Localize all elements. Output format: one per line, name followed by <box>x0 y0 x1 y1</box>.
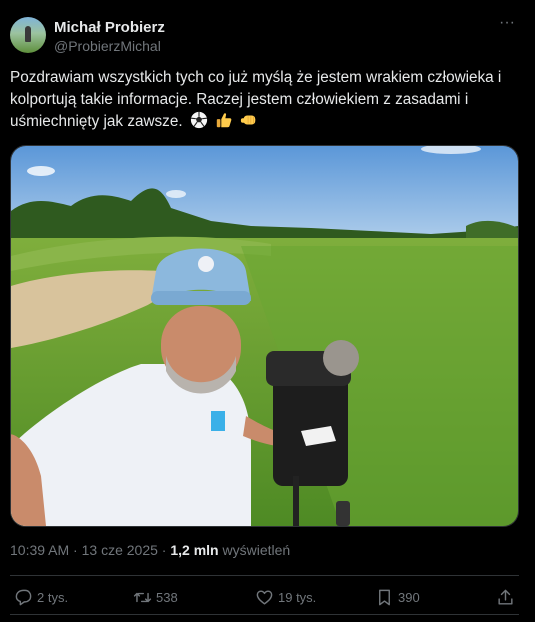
share-button[interactable] <box>496 586 519 608</box>
views-label: wyświetleń <box>222 542 291 558</box>
bookmark-count: 390 <box>398 589 420 605</box>
bookmark-icon <box>379 589 390 605</box>
meta-separator: · <box>69 542 82 558</box>
thumbs-up-icon <box>216 113 232 128</box>
tweet-date[interactable]: 13 cze 2025 <box>82 542 158 558</box>
like-button[interactable]: 19 tys. <box>255 586 316 608</box>
like-count: 19 tys. <box>278 589 317 605</box>
bookmark-button[interactable]: 390 <box>375 586 420 608</box>
divider-top <box>10 575 519 576</box>
golf-course-selfie-image <box>11 146 518 526</box>
divider-bottom <box>10 614 519 615</box>
repost-icon <box>133 592 152 602</box>
tweet-photo[interactable] <box>10 145 519 527</box>
reply-count: 2 tys. <box>37 589 69 605</box>
tweet-meta: 10:39 AM · 13 cze 2025 · 1,2 mln wyświet… <box>10 542 290 558</box>
tweet: Michał Probierz @ProbierzMichal ··· Pozd… <box>0 0 535 622</box>
author-name[interactable]: Michał Probierz <box>54 19 165 36</box>
author-handle[interactable]: @ProbierzMichal <box>54 38 161 54</box>
action-bar: 2 tys. 538 19 tys. 390 <box>0 586 535 608</box>
tweet-text: Pozdrawiam wszystkich tych co już myślą … <box>10 67 525 133</box>
heart-icon <box>256 589 273 605</box>
left-facing-fist-icon <box>241 115 256 125</box>
views-count: 1,2 mln <box>170 542 219 558</box>
soccer-ball-icon <box>190 111 207 129</box>
more-options-icon[interactable]: ··· <box>497 15 517 34</box>
repost-count: 538 <box>156 589 178 605</box>
reply-icon <box>15 589 32 605</box>
share-icon <box>498 589 513 605</box>
tweet-time[interactable]: 10:39 AM <box>10 542 69 558</box>
repost-button[interactable]: 538 <box>133 586 178 608</box>
reply-button[interactable]: 2 tys. <box>14 586 68 608</box>
avatar[interactable] <box>10 17 46 53</box>
